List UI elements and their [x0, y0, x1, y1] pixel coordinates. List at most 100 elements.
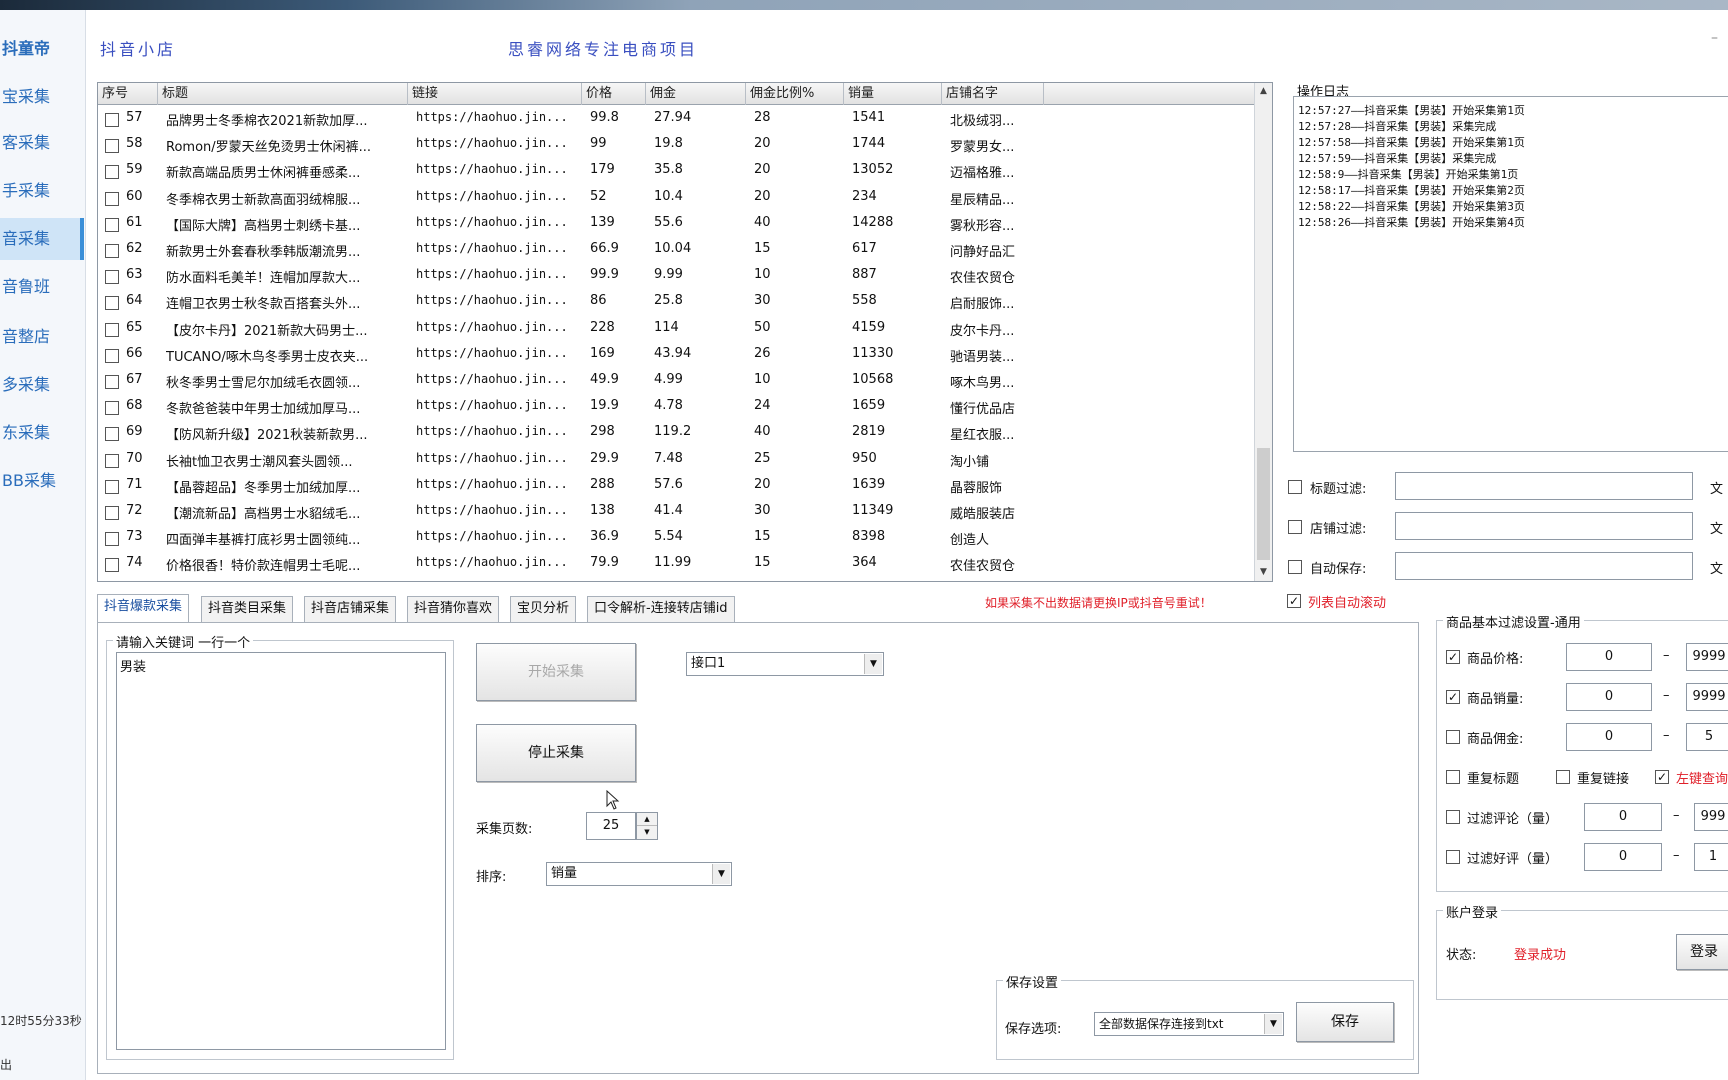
tab-hot-collect[interactable]: 抖音爆款采集: [97, 594, 190, 622]
sales-filter-checkbox[interactable]: ✓: [1446, 690, 1460, 704]
reviews-max-input[interactable]: 999: [1694, 803, 1728, 831]
commission-min-input[interactable]: 0: [1566, 723, 1652, 751]
interface-select[interactable]: 接口1 ▼: [686, 652, 884, 676]
good-max-input[interactable]: 1: [1694, 843, 1728, 871]
commission-filter-checkbox[interactable]: [1446, 730, 1460, 744]
table-row[interactable]: 60 冬季棉衣男士新款高面羽绒棉服... https://haohuo.jin...…: [98, 185, 1254, 211]
sidebar-item-multi[interactable]: 多采集: [0, 364, 84, 406]
row-checkbox[interactable]: [105, 217, 119, 232]
row-checkbox[interactable]: [105, 296, 119, 311]
sales-max-input[interactable]: 9999: [1686, 683, 1728, 711]
table-row[interactable]: 64 连帽卫衣男士秋冬款百搭套头外... https://haohuo.jin...…: [98, 289, 1254, 315]
table-row[interactable]: 66 TUCANO/啄木鸟冬季男士皮衣夹... https://haohuo.jin…: [98, 342, 1254, 368]
dup-title-checkbox[interactable]: [1446, 770, 1460, 784]
save-button[interactable]: 保存: [1296, 1002, 1394, 1042]
row-checkbox[interactable]: [105, 479, 119, 494]
col-link[interactable]: 链接: [408, 83, 582, 105]
sidebar-item-pdd[interactable]: 客采集: [0, 122, 84, 164]
minimize-icon[interactable]: –: [1711, 30, 1718, 46]
start-collect-button[interactable]: 开始采集: [476, 643, 636, 701]
table-row[interactable]: 73 四面弹丰基裤打底衫男士圆领纯... https://haohuo.jin...…: [98, 525, 1254, 551]
good-filter-checkbox[interactable]: [1446, 850, 1460, 864]
col-sales[interactable]: 销量: [844, 83, 942, 105]
table-row[interactable]: 69 【防风新升级】2021秋装新款男... https://haohuo.jin.…: [98, 420, 1254, 446]
tab-category-collect[interactable]: 抖音类目采集: [201, 596, 294, 622]
title-filter-checkbox[interactable]: [1288, 480, 1302, 494]
row-checkbox[interactable]: [105, 558, 119, 573]
auto-save-checkbox[interactable]: [1288, 560, 1302, 574]
row-checkbox[interactable]: [105, 113, 119, 127]
table-row[interactable]: 74 价格很香！特价款连帽男士毛呢... https://haohuo.jin...…: [98, 551, 1254, 577]
row-checkbox[interactable]: [105, 375, 119, 389]
row-checkbox[interactable]: [105, 506, 119, 520]
table-row[interactable]: 68 冬款爸爸装中年男士加绒加厚马... https://haohuo.jin...…: [98, 394, 1254, 420]
title-filter-input[interactable]: [1395, 472, 1693, 500]
tab-guess-like[interactable]: 抖音猜你喜欢: [407, 596, 500, 622]
row-checkbox[interactable]: [105, 532, 119, 547]
row-checkbox[interactable]: [105, 348, 119, 363]
table-row[interactable]: 59 新款高端品质男士休闲裤垂感柔... https://haohuo.jin...…: [98, 158, 1254, 184]
price-filter-checkbox[interactable]: ✓: [1446, 650, 1460, 664]
auto-scroll-checkbox[interactable]: ✓: [1287, 594, 1301, 608]
row-checkbox[interactable]: [105, 322, 119, 337]
row-checkbox[interactable]: [105, 401, 119, 416]
table-row[interactable]: 65 【皮尔卡丹】2021新款大码男士... https://haohuo.jin.…: [98, 316, 1254, 342]
reviews-filter-checkbox[interactable]: [1446, 810, 1460, 824]
table-scrollbar[interactable]: ▲ ▼: [1254, 83, 1272, 581]
auto-save-button[interactable]: 文: [1710, 558, 1723, 577]
table-row[interactable]: 58 Romon/罗蒙天丝免烫男士休闲裤... https://haohuo.jin…: [98, 132, 1254, 158]
save-option-select[interactable]: 全部数据保存连接到txt ▼: [1094, 1012, 1284, 1036]
log-textbox[interactable]: 12:57:27——抖音采集【男装】开始采集第1页 12:57:28——抖音采集【…: [1293, 96, 1728, 452]
sidebar-item-kuaishou[interactable]: 手采集: [0, 170, 84, 212]
left-click-checkbox[interactable]: ✓: [1655, 770, 1669, 784]
keywords-textarea[interactable]: 男装: [116, 652, 446, 1050]
table-row[interactable]: 67 秋冬季男士雪尼尔加绒毛衣圆领... https://haohuo.jin...…: [98, 368, 1254, 394]
col-index[interactable]: 序号: [98, 83, 158, 105]
sidebar-item-bb[interactable]: BB采集: [0, 460, 84, 502]
price-max-input[interactable]: 9999: [1686, 643, 1728, 671]
dropdown-arrow-icon[interactable]: ▼: [864, 654, 882, 674]
table-row[interactable]: 61 【国际大牌】高档男士刺绣卡基... https://haohuo.jin...…: [98, 211, 1254, 237]
good-min-input[interactable]: 0: [1584, 843, 1662, 871]
tab-shop-collect[interactable]: 抖音店铺采集: [304, 596, 397, 622]
tab-token-parse[interactable]: 口令解析-连接转店铺id: [587, 596, 735, 622]
dropdown-arrow-icon[interactable]: ▼: [712, 864, 730, 884]
row-checkbox[interactable]: [105, 191, 119, 206]
row-checkbox[interactable]: [105, 427, 119, 442]
auto-save-input[interactable]: [1395, 552, 1693, 580]
shop-filter-button[interactable]: 文: [1710, 518, 1723, 537]
scroll-down-icon[interactable]: ▼: [1255, 564, 1272, 581]
table-row[interactable]: 63 防水面料毛美羊！连帽加厚款大... https://haohuo.jin...…: [98, 263, 1254, 289]
scroll-thumb[interactable]: [1257, 448, 1270, 560]
sales-min-input[interactable]: 0: [1566, 683, 1652, 711]
row-checkbox[interactable]: [105, 165, 119, 180]
col-rate[interactable]: 佣金比例%: [746, 83, 844, 105]
col-price[interactable]: 价格: [582, 83, 646, 105]
title-filter-button[interactable]: 文: [1710, 478, 1723, 497]
spin-up-icon[interactable]: ▲: [637, 813, 657, 826]
pages-spinner[interactable]: ▲ ▼: [636, 812, 658, 840]
dup-link-checkbox[interactable]: [1556, 770, 1570, 784]
sidebar-item-jd[interactable]: 东采集: [0, 412, 84, 454]
dropdown-arrow-icon[interactable]: ▼: [1264, 1014, 1282, 1034]
sidebar-item-douyin[interactable]: 音采集: [0, 218, 84, 260]
sidebar-item-taobao[interactable]: 宝采集: [0, 76, 84, 118]
sort-select[interactable]: 销量 ▼: [546, 862, 732, 886]
table-row[interactable]: 70 长袖t恤卫衣男士潮风套头圆领... https://haohuo.jin...…: [98, 447, 1254, 473]
scroll-up-icon[interactable]: ▲: [1255, 83, 1272, 100]
col-shop[interactable]: 店铺名字: [942, 83, 1044, 105]
login-button[interactable]: 登录: [1676, 934, 1728, 970]
shop-filter-input[interactable]: [1395, 512, 1693, 540]
table-row[interactable]: 72 【潮流新品】高档男士水貂绒毛... https://haohuo.jin...…: [98, 499, 1254, 525]
reviews-min-input[interactable]: 0: [1584, 803, 1662, 831]
stop-collect-button[interactable]: 停止采集: [476, 724, 636, 782]
shop-filter-checkbox[interactable]: [1288, 520, 1302, 534]
row-checkbox[interactable]: [105, 453, 119, 468]
pages-input[interactable]: 25: [586, 812, 636, 840]
commission-max-input[interactable]: 5: [1686, 723, 1728, 751]
exit-button[interactable]: 出: [0, 1056, 12, 1073]
row-checkbox[interactable]: [105, 270, 119, 285]
row-checkbox[interactable]: [105, 139, 119, 154]
table-row[interactable]: 71 【晶蓉超品】冬季男士加绒加厚... https://haohuo.jin...…: [98, 473, 1254, 499]
sidebar-item-whole-shop[interactable]: 音整店: [0, 316, 84, 358]
